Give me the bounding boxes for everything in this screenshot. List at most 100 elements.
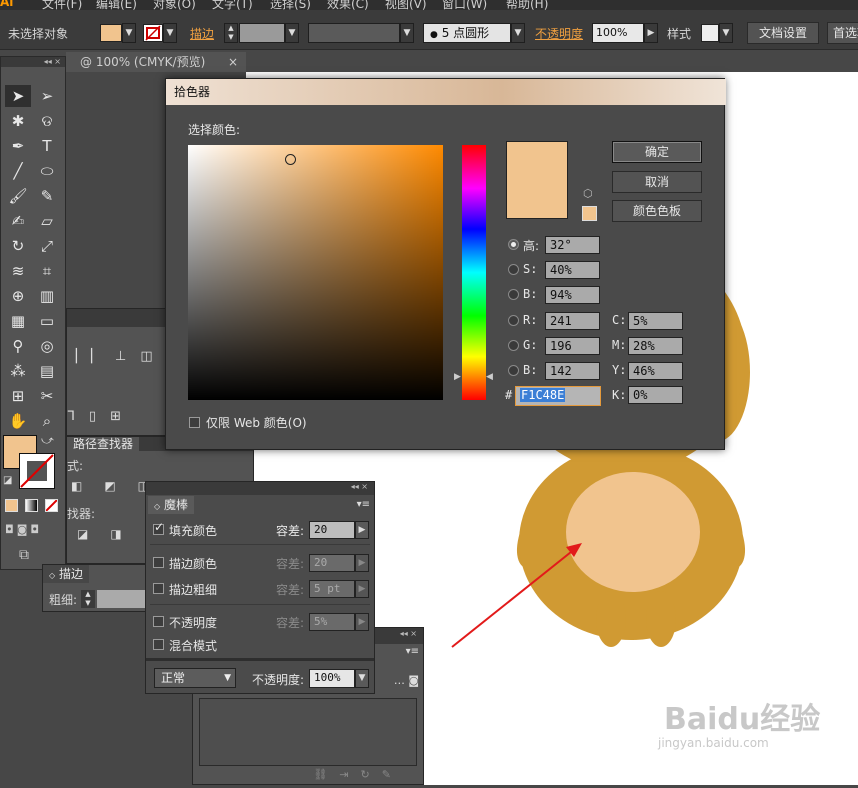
line-tool-icon[interactable]: ╱ [5,160,31,182]
free-transform-tool-icon[interactable]: ⌗ [34,260,60,282]
black-input[interactable]: 0% [628,386,683,404]
cancel-button[interactable]: 取消 [612,171,702,193]
saturation-input[interactable]: 40% [545,261,600,279]
menu-view[interactable]: 视图(V) [385,0,427,10]
eyedropper-tool-icon[interactable]: ⚲ [5,335,31,357]
brush-dropdown[interactable]: ● 5 点圆形 [423,23,511,43]
magenta-input[interactable]: 28% [628,337,683,355]
graph-tool-icon[interactable]: ▥ [34,285,60,307]
color-swatches-button[interactable]: 颜色色板 [612,200,702,222]
brightness-radio[interactable] [508,289,519,300]
opacity-tolerance-arrow[interactable]: ▶ [355,613,369,631]
yellow-input[interactable]: 46% [628,362,683,380]
pen-tool-icon[interactable]: ✒ [5,135,31,157]
fill-swatch[interactable] [100,24,122,42]
saturation-brightness-field[interactable] [188,145,443,400]
mesh-tool-icon[interactable]: ▦ [5,310,31,332]
stroke-weight-stepper[interactable]: ▲ ▼ [224,23,238,43]
style-swatch[interactable] [701,24,719,42]
symbol-sprayer-tool-icon[interactable]: ⁂ [5,360,31,382]
color-mode-button[interactable] [5,499,18,512]
blend-mode-dropdown[interactable]: 正常 ▼ [154,668,236,688]
fill-color-checkbox[interactable]: ✓ [153,520,164,535]
paintbrush-tool-icon[interactable]: 🖌 [5,185,31,207]
fill-dropdown-arrow[interactable]: ▼ [122,23,136,43]
shape-builder-tool-icon[interactable]: ⊕ [5,285,31,307]
make-mask-icon[interactable]: … ◙ [394,674,419,687]
preferences-button[interactable]: 首选项 [827,22,858,44]
panel-collapse-close-icon[interactable]: ◂◂ × [351,482,368,491]
transparency-opacity-input[interactable]: 100% [309,669,355,688]
menu-effect[interactable]: 效果(C) [327,0,369,10]
blob-brush-tool-icon[interactable]: ✍ [5,210,31,232]
dialog-title-bar[interactable]: 拾色器 [166,79,726,105]
saturation-radio[interactable] [508,264,519,275]
gradient-tool-icon[interactable]: ▭ [34,310,60,332]
selection-tool-icon[interactable]: ➤ [5,85,31,107]
panel-menu-icon[interactable]: ▾≡ [406,646,419,657]
hand-tool-icon[interactable]: ✋ [5,410,31,432]
stroke-weight-dropdown[interactable]: ▼ [285,23,299,43]
stroke-weight-checkbox[interactable] [153,583,164,594]
hex-input[interactable]: F1C48E [515,386,601,406]
opacity-input[interactable]: 100% [592,23,644,43]
magic-wand-tab[interactable]: ◇ 魔棒 [148,496,194,514]
menu-file[interactable]: 文件(F) [42,0,82,10]
pathfinder-buttons[interactable]: ◪◨ [77,527,144,541]
stroke-tolerance-arrow[interactable]: ▶ [355,554,369,572]
screen-mode-icon[interactable]: ⧉ [19,547,29,563]
stroke-color-box[interactable] [19,453,55,489]
red-input[interactable]: 241 [545,312,600,330]
ellipse-tool-icon[interactable]: ⬭ [34,160,60,182]
brush-dropdown-arrow[interactable]: ▼ [511,23,525,43]
menu-help[interactable]: 帮助(H) [506,0,548,10]
opacity-dropdown-arrow[interactable]: ▶ [644,23,658,43]
document-tab[interactable]: @ 100% (CMYK/预览) × [66,52,246,72]
stroke-weight-input[interactable] [239,23,285,43]
scale-tool-icon[interactable]: ⤢ [34,235,60,257]
direct-selection-tool-icon[interactable]: ➢ [34,85,60,107]
align-buttons-row[interactable]: ▕▏⊥◫ [67,349,167,364]
eraser-tool-icon[interactable]: ▱ [34,210,60,232]
close-tab-icon[interactable]: × [228,52,238,72]
brightness-input[interactable]: 94% [545,286,600,304]
menu-object[interactable]: 对象(O) [153,0,196,10]
slice-tool-icon[interactable]: ✂ [34,385,60,407]
hue-slider-left-handle[interactable]: ▶ [454,372,461,382]
transparency-footer-icons[interactable]: ⛓⇥↻✎ [313,768,403,781]
opacity-tolerance-input[interactable]: 5% [309,613,355,631]
style-dropdown-arrow[interactable]: ▼ [719,23,733,43]
magic-wand-tool-icon[interactable]: ✱ [5,110,31,132]
blue-input[interactable]: 142 [545,362,600,380]
tools-panel-header[interactable]: ◂◂ × [1,57,65,67]
document-setup-button[interactable]: 文档设置 [747,22,819,44]
artboard-tool-icon[interactable]: ⊞ [5,385,31,407]
distribute-buttons-row[interactable]: ᒣ▯⊞ [67,409,135,424]
fill-tolerance-arrow[interactable]: ▶ [355,521,369,539]
stroke-weight-field[interactable] [97,590,147,608]
pencil-tool-icon[interactable]: ✎ [34,185,60,207]
blend-tool-icon[interactable]: ◎ [34,335,60,357]
pathfinder-tab[interactable]: 路径查找器 [67,437,140,453]
stroke-swatch[interactable] [143,24,163,42]
fill-tolerance-input[interactable]: 20 [309,521,355,539]
column-graph-tool-icon[interactable]: ▤ [34,360,60,382]
stroke-weight-stepper-panel[interactable]: ▲ ▼ [81,590,95,608]
warp-tool-icon[interactable]: ≋ [5,260,31,282]
menu-window[interactable]: 窗口(W) [442,0,487,10]
ok-button[interactable]: 确定 [612,141,702,163]
red-radio[interactable] [508,315,519,326]
stroke-dropdown-arrow[interactable]: ▼ [163,23,177,43]
default-colors-icon[interactable]: ◪ [3,475,12,486]
menu-select[interactable]: 选择(S) [270,0,311,10]
variable-width-dropdown[interactable] [308,23,400,43]
green-input[interactable]: 196 [545,337,600,355]
opacity-checkbox[interactable] [153,616,164,627]
hue-input[interactable]: 32° [545,236,600,254]
web-safe-swatch[interactable] [582,206,597,221]
opacity-label[interactable]: 不透明度 [535,25,583,42]
menu-type[interactable]: 文字(T) [212,0,253,10]
color-marker[interactable] [285,154,296,165]
none-mode-button[interactable] [45,499,58,512]
lasso-tool-icon[interactable]: ଡ [34,110,60,132]
